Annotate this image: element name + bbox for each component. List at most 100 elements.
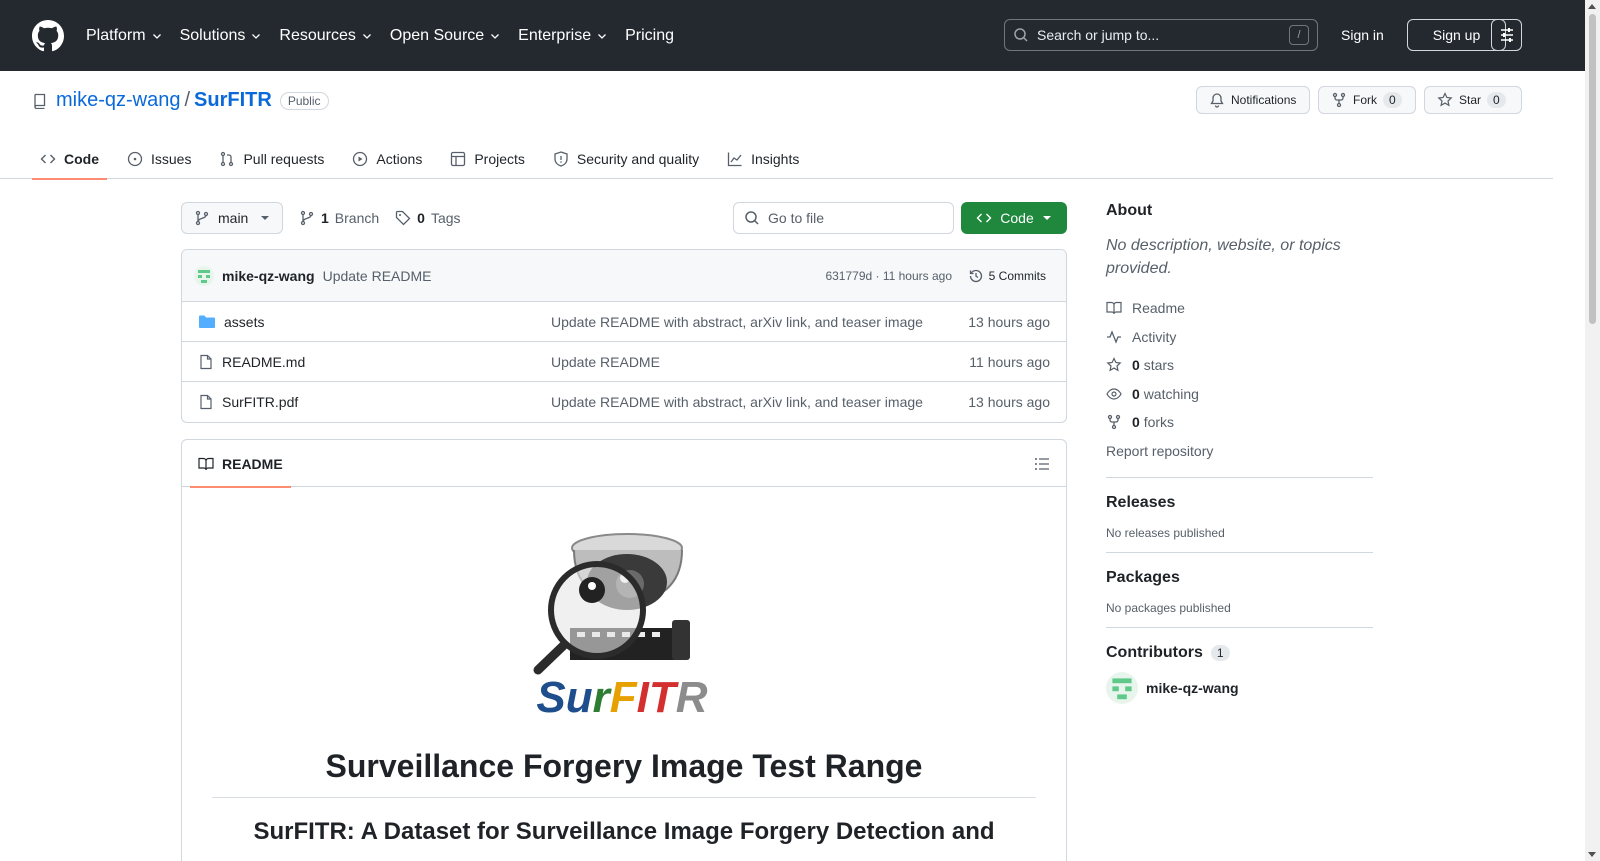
caret-down-icon xyxy=(1042,213,1052,223)
scroll-up-arrow-icon[interactable] xyxy=(1588,4,1596,9)
commit-message-link[interactable]: Update README xyxy=(323,268,432,284)
tab-insights[interactable]: Insights xyxy=(719,139,807,179)
scrollbar-thumb[interactable] xyxy=(1589,14,1596,324)
contributor-item[interactable]: mike-qz-wang xyxy=(1106,672,1373,704)
list-icon[interactable] xyxy=(1034,456,1050,472)
issue-icon xyxy=(127,151,143,167)
stars-label: stars xyxy=(1143,357,1175,374)
table-row[interactable]: assets Update README with abstract, arXi… xyxy=(182,302,1066,342)
readme-panel: README SurFITR Surveillance Forgery Imag… xyxy=(181,439,1067,861)
github-logo-icon[interactable] xyxy=(32,19,64,52)
tab-actions[interactable]: Actions xyxy=(344,139,430,179)
tab-code[interactable]: Code xyxy=(32,139,107,180)
commits-history-link[interactable]: 5 Commits xyxy=(968,268,1046,284)
file-age: 13 hours ago xyxy=(968,313,1050,330)
packages-title[interactable]: Packages xyxy=(1106,569,1373,587)
nav-platform[interactable]: Platform xyxy=(86,27,163,45)
contributors-title[interactable]: Contributors 1 xyxy=(1106,644,1373,662)
repo-icon xyxy=(32,93,48,109)
divider xyxy=(1106,552,1373,553)
nav-pricing[interactable]: Pricing xyxy=(625,27,674,45)
file-age: 11 hours ago xyxy=(969,353,1050,370)
watching-label: watching xyxy=(1143,385,1199,402)
nav-solutions[interactable]: Solutions xyxy=(180,27,263,45)
table-row[interactable]: README.md Update README 11 hours ago xyxy=(182,342,1066,382)
fork-icon xyxy=(1106,414,1122,430)
scroll-down-arrow-icon[interactable] xyxy=(1588,852,1596,857)
commit-meta[interactable]: 631779d · 11 hours ago xyxy=(825,269,952,283)
repo-sidebar: About No description, website, or topics… xyxy=(1106,202,1373,704)
book-icon xyxy=(1106,300,1122,316)
stars-link[interactable]: 0 stars xyxy=(1106,351,1373,380)
file-commit-message[interactable]: Update README with abstract, arXiv link,… xyxy=(551,394,923,410)
tab-label: Actions xyxy=(376,151,423,167)
contributor-name[interactable]: mike-qz-wang xyxy=(1146,680,1239,696)
tags-link[interactable]: 0 Tags xyxy=(395,210,461,226)
readme-tab-label: README xyxy=(222,455,283,472)
nav-resources[interactable]: Resources xyxy=(279,27,372,45)
table-row[interactable]: SurFITR.pdf Update README with abstract,… xyxy=(182,382,1066,422)
folder-icon xyxy=(198,314,216,330)
watching-link[interactable]: 0 watching xyxy=(1106,380,1373,409)
go-to-file-placeholder: Go to file xyxy=(768,210,825,226)
file-name-link[interactable]: assets xyxy=(224,314,264,330)
fork-button[interactable]: Fork 0 xyxy=(1318,86,1416,114)
releases-title[interactable]: Releases xyxy=(1106,494,1373,512)
code-icon xyxy=(40,151,56,167)
file-name-link[interactable]: README.md xyxy=(222,354,305,370)
tab-pull-requests[interactable]: Pull requests xyxy=(211,139,332,179)
star-button[interactable]: Star 0 xyxy=(1424,86,1522,114)
readme-heading-1: Surveillance Forgery Image Test Range xyxy=(212,748,1036,798)
file-toolbar: main 1 Branch 0 Tags Go to file Code xyxy=(181,202,1067,234)
caret-down-icon xyxy=(260,213,270,223)
sign-in-link[interactable]: Sign in xyxy=(1341,27,1384,43)
readme-tab[interactable]: README xyxy=(190,440,291,488)
tab-security[interactable]: Security and quality xyxy=(545,139,707,179)
fork-label: Fork xyxy=(1353,93,1377,107)
file-commit-message[interactable]: Update README with abstract, arXiv link,… xyxy=(551,314,923,330)
nav-label: Resources xyxy=(279,26,356,44)
activity-link-label: Activity xyxy=(1132,328,1177,345)
commit-author-link[interactable]: mike-qz-wang xyxy=(222,268,315,284)
forks-label: forks xyxy=(1143,414,1175,431)
go-to-file-input[interactable]: Go to file xyxy=(733,202,954,234)
repo-name-link[interactable]: SurFITR xyxy=(194,89,272,112)
branches-link[interactable]: 1 Branch xyxy=(299,210,379,226)
file-list: mike-qz-wang Update README 631779d · 11 … xyxy=(181,249,1067,423)
fork-icon xyxy=(1331,92,1347,108)
avatar[interactable] xyxy=(1106,672,1138,704)
book-icon xyxy=(198,456,214,472)
branch-name: main xyxy=(218,210,249,226)
readme-link[interactable]: Readme xyxy=(1106,294,1373,323)
tab-label: Pull requests xyxy=(243,151,325,167)
sliders-icon xyxy=(1499,27,1515,43)
tab-issues[interactable]: Issues xyxy=(119,139,199,179)
file-commit-message[interactable]: Update README xyxy=(551,354,660,370)
code-button[interactable]: Code xyxy=(961,202,1067,234)
branch-selector[interactable]: main xyxy=(181,202,283,234)
global-search-input[interactable]: Search or jump to... / xyxy=(1004,19,1318,51)
history-icon xyxy=(968,268,984,284)
nav-label: Open Source xyxy=(389,26,485,44)
file-name-link[interactable]: SurFITR.pdf xyxy=(222,394,298,410)
chevron-down-icon xyxy=(250,30,262,42)
tab-projects[interactable]: Projects xyxy=(442,139,533,179)
report-repository-link[interactable]: Report repository xyxy=(1106,437,1373,466)
avatar[interactable] xyxy=(194,265,214,286)
settings-menu-button[interactable] xyxy=(1491,19,1522,51)
repo-separator: / xyxy=(184,89,191,111)
tab-label: Projects xyxy=(474,151,525,167)
forks-link[interactable]: 0 forks xyxy=(1106,408,1373,437)
notifications-button[interactable]: Notifications xyxy=(1196,86,1310,114)
activity-link[interactable]: Activity xyxy=(1106,323,1373,352)
page-scrollbar[interactable] xyxy=(1585,0,1600,861)
about-description: No description, website, or topics provi… xyxy=(1106,237,1341,277)
nav-open-source[interactable]: Open Source xyxy=(390,27,501,45)
file-icon xyxy=(198,394,214,410)
tag-label: Tags xyxy=(430,210,461,226)
nav-label: Pricing xyxy=(625,26,674,44)
nav-label: Solutions xyxy=(179,26,246,44)
repo-owner-link[interactable]: mike-qz-wang xyxy=(56,89,180,112)
nav-enterprise[interactable]: Enterprise xyxy=(518,27,608,45)
search-icon xyxy=(744,210,760,226)
